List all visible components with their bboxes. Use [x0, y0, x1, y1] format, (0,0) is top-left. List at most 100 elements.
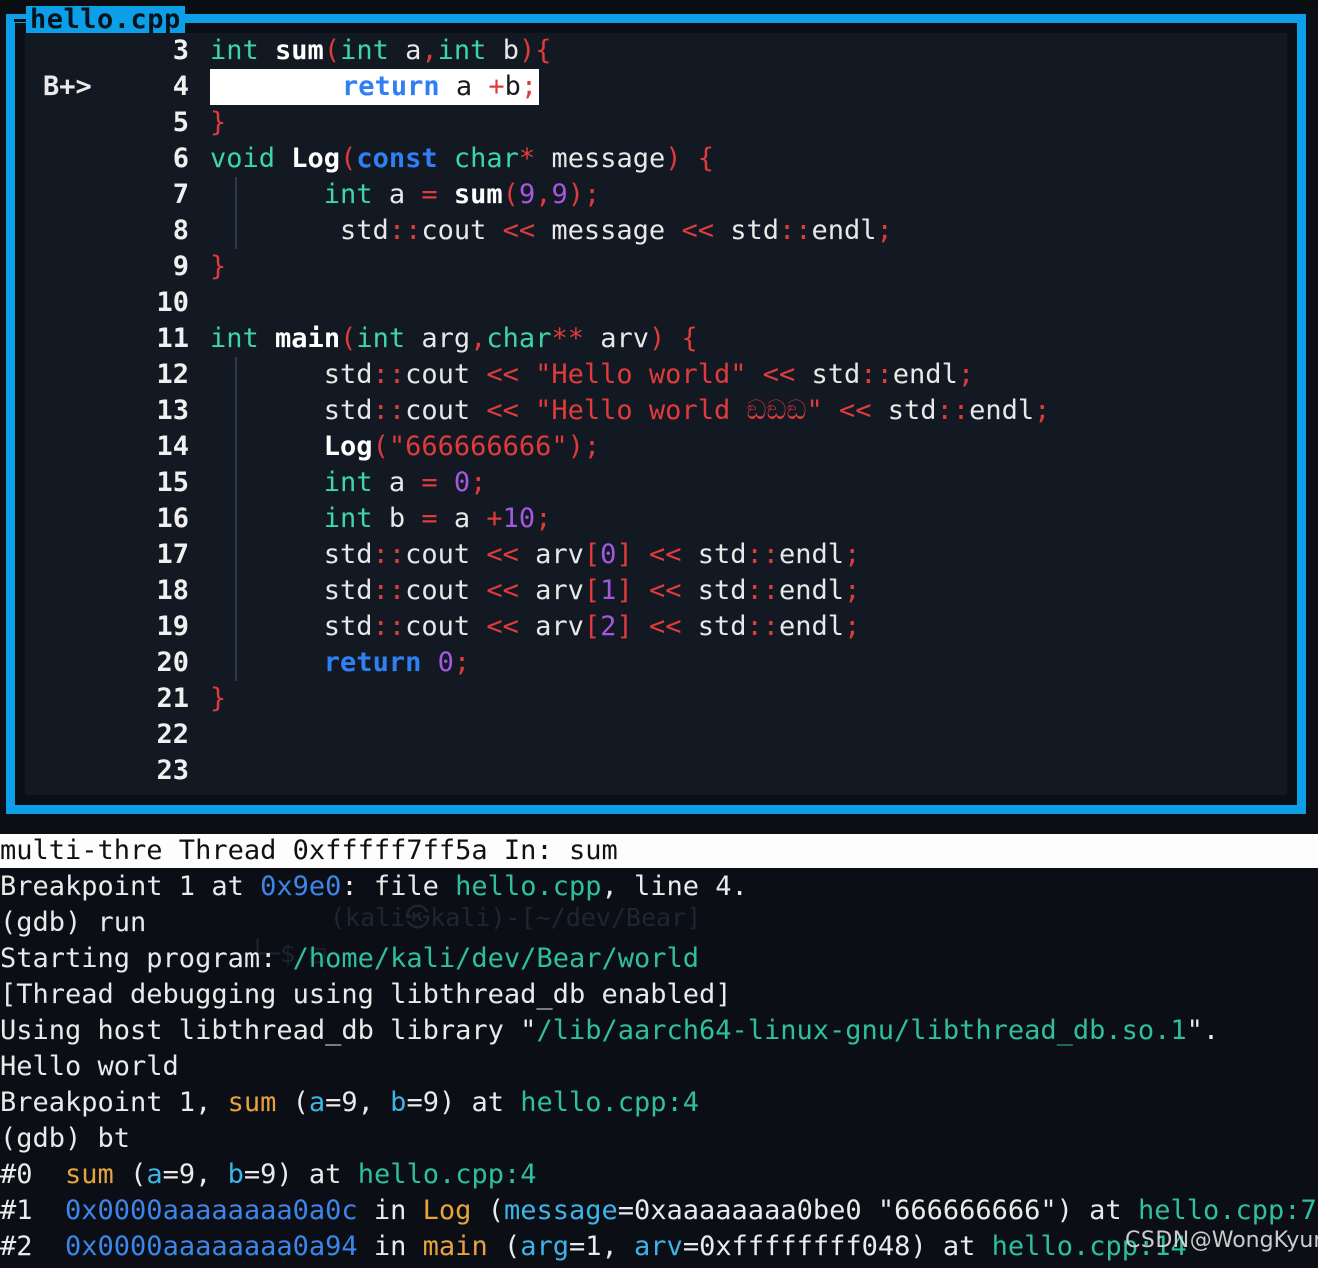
console-token: in — [357, 1231, 423, 1262]
code-token: cout — [405, 539, 487, 570]
line-number: 8 — [172, 215, 189, 246]
console-token: hello.cpp:4 — [520, 1087, 700, 1118]
console-token: =1, — [569, 1231, 635, 1262]
code-token: b — [504, 71, 521, 102]
breakpoint-marker[interactable]: B+> — [43, 69, 92, 105]
code-token: :: — [372, 359, 406, 390]
code-token: arv — [518, 611, 584, 642]
code-token: ; — [957, 359, 975, 390]
code-token: 1 — [600, 575, 617, 606]
code-token: ] — [616, 539, 633, 570]
code-token: int — [356, 323, 406, 354]
code-token: :: — [372, 539, 406, 570]
source-line-text: int main(int arg,char** arv) { — [210, 321, 698, 357]
gdb-source-viewport[interactable]: 3 int sum(int a,int b){B+> 4 return a +b; 5… — [23, 31, 1289, 797]
code-token: << — [762, 359, 796, 390]
code-token: :: — [388, 215, 422, 246]
code-token: const — [356, 143, 438, 174]
code-token: ){ — [518, 35, 552, 66]
code-token: ] — [616, 575, 633, 606]
code-token: char — [453, 143, 519, 174]
code-token: arv — [518, 539, 584, 570]
source-line-text: std::cout << "Hello world" << std::endl; — [210, 357, 974, 393]
code-token: ( — [502, 179, 519, 210]
code-token: ( — [340, 143, 357, 174]
console-line: Using host libthread_db library "/lib/aa… — [0, 1013, 1318, 1049]
code-token: std — [210, 575, 373, 606]
code-token: "Hello world" — [535, 359, 747, 390]
line-number: 15 — [156, 467, 189, 498]
line-number: 11 — [156, 323, 189, 354]
code-token: :: — [372, 395, 406, 426]
code-token: ); — [567, 431, 601, 462]
console-line: (gdb) run — [0, 905, 1318, 941]
console-token: : file — [341, 871, 456, 902]
code-token: std — [210, 611, 373, 642]
code-token: :: — [746, 539, 780, 570]
code-token: = — [421, 467, 438, 498]
console-token: Breakpoint 1 at — [0, 871, 261, 902]
source-line-text: } — [210, 681, 226, 717]
console-line: Breakpoint 1, sum (a=9, b=9) at hello.cp… — [0, 1085, 1318, 1121]
source-line-text: void Log(const char* message) { — [210, 141, 714, 177]
console-line: #1 0x0000aaaaaaaa0a0c in Log (message=0x… — [0, 1193, 1318, 1229]
source-line-text: std::cout << arv[0] << std::endl; — [210, 537, 861, 573]
console-line: Breakpoint 1 at 0x9e0: file hello.cpp, l… — [0, 869, 1318, 905]
code-token: int — [210, 323, 259, 354]
code-token: ; — [535, 503, 552, 534]
console-token: hello.cpp:4 — [357, 1159, 537, 1190]
code-token: std — [210, 359, 373, 390]
code-token: cout — [405, 359, 487, 390]
console-token: =9, — [162, 1159, 228, 1190]
code-token: ; — [844, 575, 861, 606]
code-token: { — [697, 143, 715, 174]
code-token: << — [648, 539, 682, 570]
source-line-text: int sum(int a,int b){ — [210, 33, 551, 69]
code-token: a — [437, 503, 487, 534]
code-token: return — [342, 71, 440, 102]
csdn-watermark: CSDN@WongKyunban — [1125, 1228, 1318, 1254]
code-token: std — [681, 611, 747, 642]
line-number: 10 — [156, 287, 189, 318]
line-number: 4 — [172, 71, 189, 102]
code-token: [ — [583, 611, 601, 642]
code-token: std — [871, 395, 937, 426]
console-token: /lib/aarch64-linux-gnu/libthread_db.so.1 — [536, 1015, 1187, 1046]
console-token: (gdb) bt — [0, 1123, 131, 1154]
console-token: [Thread debugging using libthread_db ena… — [0, 979, 732, 1010]
code-token: ; — [470, 467, 487, 498]
console-token: =9, — [325, 1087, 391, 1118]
source-line-text: std::cout << arv[1] << std::endl; — [210, 573, 861, 609]
gdb-console-output[interactable]: Breakpoint 1 at 0x9e0: file hello.cpp, l… — [0, 869, 1318, 1268]
code-token: , — [535, 179, 552, 210]
code-token: arv — [518, 575, 584, 606]
line-number: 21 — [156, 683, 189, 714]
console-token: sum — [65, 1159, 114, 1190]
code-token: int — [323, 503, 373, 534]
source-line-text: return a +b; — [210, 69, 540, 105]
line-number: 22 — [156, 719, 189, 750]
source-line-text: int b = a +10; — [210, 501, 552, 537]
code-token: = — [421, 503, 438, 534]
code-token: cout — [405, 395, 487, 426]
code-token: endl — [779, 611, 845, 642]
code-token: ; — [844, 611, 861, 642]
console-token: Using host libthread_db library " — [0, 1015, 537, 1046]
console-token: ( — [113, 1159, 147, 1190]
console-line: #0 sum (a=9, b=9) at hello.cpp:4 — [0, 1157, 1318, 1193]
code-token: std — [210, 395, 373, 426]
code-token: + — [488, 71, 505, 102]
code-token: = — [421, 179, 438, 210]
code-token: Log — [291, 143, 341, 174]
code-token: return — [323, 647, 422, 678]
code-token: endl — [779, 575, 845, 606]
